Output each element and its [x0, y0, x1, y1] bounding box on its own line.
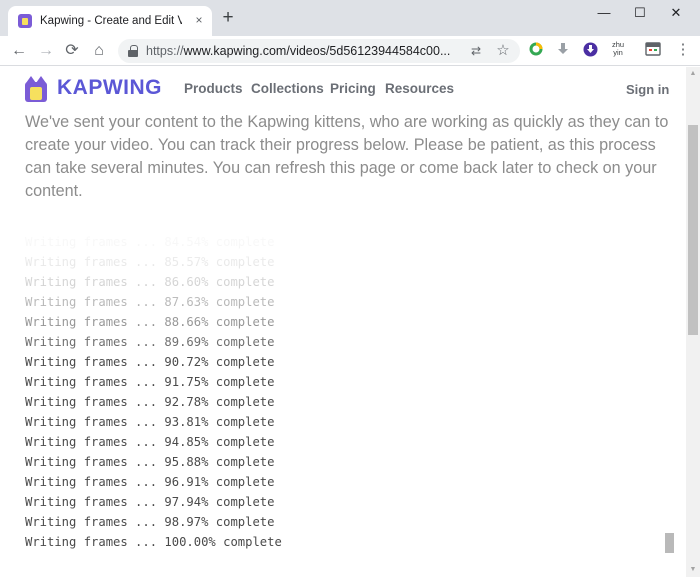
- reload-button[interactable]: ⟳: [62, 41, 82, 61]
- home-button[interactable]: ⌂: [89, 41, 109, 61]
- log-line: Writing frames ... 100.00% complete: [25, 535, 282, 549]
- download-arrow-icon[interactable]: [555, 42, 571, 58]
- page-content: KAPWING Products Collections Pricing Res…: [0, 67, 686, 577]
- log-line: Writing frames ... 98.97% complete: [25, 515, 275, 529]
- log-line: Writing frames ... 89.69% complete: [25, 335, 275, 349]
- log-line: Writing frames ... 97.94% complete: [25, 495, 275, 509]
- scrollbar-thumb[interactable]: [688, 125, 698, 335]
- log-line: Writing frames ... 94.85% complete: [25, 435, 275, 449]
- sign-in-link[interactable]: Sign in: [626, 82, 669, 97]
- zhuyin-extension-icon[interactable]: zhu yin: [608, 41, 628, 57]
- log-line: Writing frames ... 84.54% complete: [25, 235, 275, 249]
- back-button[interactable]: ←: [9, 41, 29, 61]
- tab-title: Kapwing - Create and Edit Vide: [40, 15, 182, 27]
- address-bar[interactable]: https://www.kapwing.com/videos/5d5612394…: [118, 39, 520, 63]
- log-line: Writing frames ... 87.63% complete: [25, 295, 275, 309]
- browser-toolbar: ← → ⟳ ⌂ https://www.kapwing.com/videos/5…: [0, 36, 700, 66]
- progress-log: Writing frames ... 84.54% complete Writin…: [25, 232, 665, 552]
- log-line: Writing frames ... 85.57% complete: [25, 255, 275, 269]
- scroll-up-icon[interactable]: ▲: [686, 67, 700, 81]
- log-scroll-thumb[interactable]: [665, 533, 674, 553]
- site-header: KAPWING Products Collections Pricing Res…: [0, 67, 686, 111]
- nav-collections[interactable]: Collections: [251, 81, 324, 96]
- new-tab-button[interactable]: +: [218, 8, 238, 28]
- log-line: Writing frames ... 91.75% complete: [25, 375, 275, 389]
- nav-resources[interactable]: Resources: [385, 81, 454, 96]
- processing-message: We've sent your content to the Kapwing k…: [25, 113, 669, 200]
- extension-green-ring-icon[interactable]: [528, 42, 544, 58]
- nav-products[interactable]: Products: [184, 81, 243, 96]
- kapwing-cat-logo-icon[interactable]: [25, 76, 47, 102]
- logo-wordmark[interactable]: KAPWING: [57, 76, 162, 100]
- extension-film-icon[interactable]: [645, 42, 661, 58]
- log-line: Writing frames ... 95.88% complete: [25, 455, 275, 469]
- tab-close-icon[interactable]: ×: [191, 12, 207, 28]
- forward-button[interactable]: →: [36, 41, 56, 61]
- browser-tab[interactable]: Kapwing - Create and Edit Vide ×: [8, 6, 212, 36]
- scroll-down-icon[interactable]: ▼: [686, 563, 700, 577]
- bookmark-star-icon[interactable]: ☆: [495, 43, 511, 59]
- lock-icon: [128, 45, 138, 57]
- log-line: Writing frames ... 88.66% complete: [25, 315, 275, 329]
- browser-menu-icon[interactable]: ⋮: [675, 42, 691, 58]
- log-line: Writing frames ... 86.60% complete: [25, 275, 275, 289]
- page-scrollbar[interactable]: ▲ ▼: [686, 67, 700, 577]
- browser-titlebar: Kapwing - Create and Edit Vide × + — ☐ ✕: [0, 0, 700, 36]
- nav-pricing[interactable]: Pricing: [330, 81, 376, 96]
- minimize-button[interactable]: —: [592, 4, 616, 22]
- log-line: Writing frames ... 90.72% complete: [25, 355, 275, 369]
- log-line: Writing frames ... 92.78% complete: [25, 395, 275, 409]
- log-line: Writing frames ... 93.81% complete: [25, 415, 275, 429]
- log-line: Writing frames ... 96.91% complete: [25, 475, 275, 489]
- kapwing-favicon-icon: [18, 14, 32, 28]
- maximize-button[interactable]: ☐: [628, 4, 652, 22]
- url-text: https://www.kapwing.com/videos/5d5612394…: [146, 44, 451, 58]
- download-circle-icon[interactable]: [582, 42, 598, 58]
- close-window-button[interactable]: ✕: [664, 4, 688, 22]
- translate-icon[interactable]: ⇄: [468, 43, 484, 59]
